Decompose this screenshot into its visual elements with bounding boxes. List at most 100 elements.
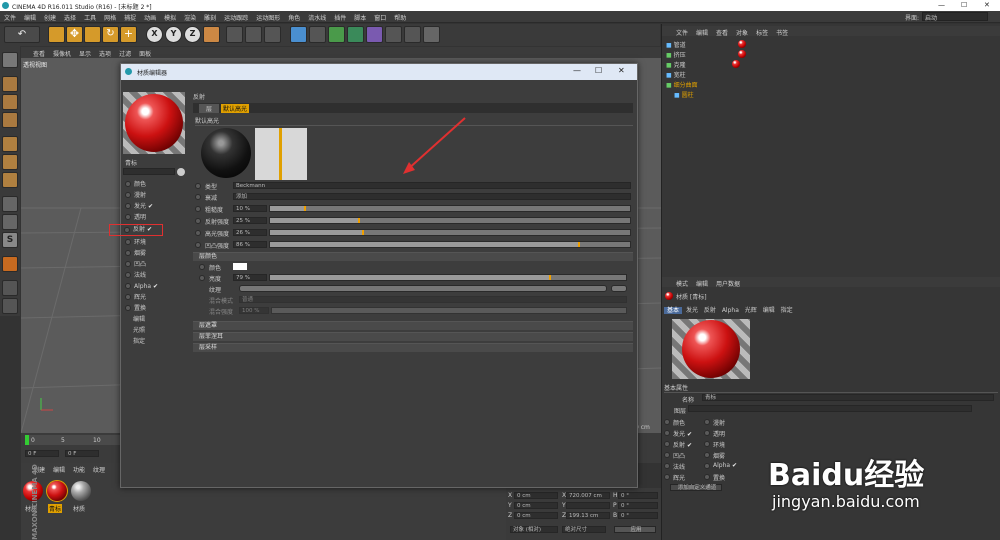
attr-channel-row[interactable]: 凹凸 (664, 451, 685, 460)
menu-sculpt[interactable]: 雕刻 (200, 11, 220, 22)
brightness-slider[interactable] (269, 274, 627, 281)
rot-p-field[interactable]: 0 ° (618, 502, 658, 509)
dialog-name-field[interactable] (123, 168, 175, 175)
grid-icon[interactable] (2, 280, 18, 296)
attenuation-dropdown[interactable]: 添加 (233, 193, 631, 200)
menu-script[interactable]: 脚本 (350, 11, 370, 22)
menu-animate[interactable]: 动画 (140, 11, 160, 22)
workplane-icon[interactable] (2, 112, 18, 128)
slider-track[interactable] (269, 205, 631, 212)
render-view-icon[interactable] (226, 26, 243, 43)
slider-value-field[interactable]: 86 % (233, 241, 267, 248)
attr-channel-row[interactable]: 发光 ✔ (664, 429, 692, 438)
attr-channel-row[interactable]: 辉光 (664, 473, 685, 482)
points-mode-icon[interactable] (2, 136, 18, 152)
select-icon[interactable] (48, 26, 65, 43)
y-axis-icon[interactable]: Y (165, 26, 182, 43)
channel-item[interactable]: 漫射 (125, 191, 146, 200)
channel-item[interactable]: 烟雾 (125, 249, 146, 258)
vp-menu-filter[interactable]: 过滤 (115, 47, 135, 58)
attr-tab-reflectance[interactable]: 反射 (702, 307, 718, 314)
material-swatch-3[interactable] (71, 481, 91, 501)
material-swatch-2[interactable] (46, 480, 68, 502)
add-custom-channel-button[interactable]: 添加自定义通道 (670, 484, 722, 491)
attr-channel-row[interactable]: 漫射 (704, 418, 725, 427)
dialog-close-button[interactable]: ✕ (618, 66, 625, 75)
cube-icon[interactable] (290, 26, 307, 43)
live-select-icon[interactable]: + (120, 26, 137, 43)
layer-fresnel-section[interactable]: 层菲涅耳 (193, 332, 633, 341)
tab-default-specular[interactable]: 默认高光 (221, 104, 250, 113)
rotate-icon[interactable]: ↻ (102, 26, 119, 43)
menu-mograph[interactable]: 运动图形 (252, 11, 284, 22)
mat-menu-texture[interactable]: 纹理 (89, 463, 109, 474)
mat-menu-function[interactable]: 功能 (69, 463, 89, 474)
size-z-field[interactable]: 199.13 cm (566, 512, 610, 519)
material-tag-icon[interactable] (732, 60, 740, 68)
material-tag-icon[interactable] (738, 40, 746, 48)
vp-menu-options[interactable]: 选项 (95, 47, 115, 58)
object-row[interactable]: ■ 细分曲面 (666, 80, 786, 89)
dialog-minimize-button[interactable]: — (573, 66, 581, 75)
minimize-button[interactable]: — (938, 1, 945, 9)
attr-channel-row[interactable]: 颜色 (664, 418, 685, 427)
menu-help[interactable]: 帮助 (390, 11, 410, 22)
menu-pipeline[interactable]: 流水线 (304, 11, 330, 22)
size-y-field[interactable] (566, 502, 610, 509)
am-menu-mode[interactable]: 模式 (672, 277, 692, 288)
channel-item[interactable]: 辉光 (125, 293, 146, 302)
maximize-button[interactable]: ☐ (961, 1, 967, 9)
menu-motion-tracking[interactable]: 运动跟踪 (220, 11, 252, 22)
object-row[interactable]: ■ 挤压 (666, 50, 786, 59)
menu-tools[interactable]: 工具 (80, 11, 100, 22)
texture-options-button[interactable] (611, 285, 627, 292)
menu-window[interactable]: 窗口 (370, 11, 390, 22)
attr-tab-alpha[interactable]: Alpha (720, 307, 741, 314)
dialog-maximize-button[interactable]: ☐ (595, 66, 602, 75)
menu-mesh[interactable]: 网格 (100, 11, 120, 22)
channel-extra[interactable]: 指定 (133, 337, 145, 346)
attr-channel-row[interactable]: 透明 (704, 429, 725, 438)
make-editable-icon[interactable] (2, 52, 18, 68)
am-menu-edit[interactable]: 编辑 (692, 277, 712, 288)
layout-dropdown[interactable]: 启动 (922, 12, 988, 22)
object-row[interactable]: ■ 圆柱 (674, 90, 794, 99)
channel-item[interactable]: 透明 (125, 213, 146, 222)
scene-icon[interactable] (385, 26, 402, 43)
attr-tab-basic[interactable]: 基本 (664, 307, 683, 314)
slider-track[interactable] (269, 217, 631, 224)
om-menu-object[interactable]: 对象 (732, 26, 752, 37)
menu-edit[interactable]: 编辑 (20, 11, 40, 22)
attr-layer-field[interactable] (688, 405, 972, 412)
lock-icon[interactable] (2, 256, 18, 272)
om-menu-file[interactable]: 文件 (672, 26, 692, 37)
layer-color-section[interactable]: 层颜色 (193, 252, 633, 261)
texture-field[interactable] (239, 285, 607, 292)
attr-tab-editor[interactable]: 编辑 (761, 307, 777, 314)
rot-h-field[interactable]: 0 ° (618, 492, 658, 499)
om-menu-view[interactable]: 查看 (712, 26, 732, 37)
move-icon[interactable]: ✥ (66, 26, 83, 43)
attr-tab-glow[interactable]: 光辉 (743, 307, 759, 314)
mix-strength-field[interactable]: 100 % (239, 307, 269, 314)
undo-icon[interactable]: ↶ (4, 26, 40, 43)
slider-track[interactable] (269, 241, 631, 248)
attr-channel-row[interactable]: 置换 (704, 473, 725, 482)
mix-strength-slider[interactable] (271, 307, 627, 314)
render-settings-icon[interactable] (264, 26, 281, 43)
slider-value-field[interactable]: 10 % (233, 205, 267, 212)
channel-item[interactable]: Alpha ✔ (125, 282, 158, 291)
current-frame-field[interactable]: 0 F (65, 450, 99, 457)
camera-icon[interactable] (404, 26, 421, 43)
channel-item[interactable]: 颜色 (125, 180, 146, 189)
vp-menu-panel[interactable]: 面板 (135, 47, 155, 58)
edges-mode-icon[interactable] (2, 154, 18, 170)
pos-y-field[interactable]: 0 cm (514, 502, 558, 509)
deformer-icon[interactable] (366, 26, 383, 43)
channel-item-reflectance[interactable]: 反射 ✔ (109, 224, 163, 236)
mix-mode-dropdown[interactable]: 普通 (239, 296, 627, 303)
material-label-2[interactable]: 青标 (48, 504, 63, 513)
color-swatch[interactable] (233, 263, 247, 270)
om-menu-edit[interactable]: 编辑 (692, 26, 712, 37)
type-dropdown[interactable]: Beckmann (233, 182, 631, 189)
